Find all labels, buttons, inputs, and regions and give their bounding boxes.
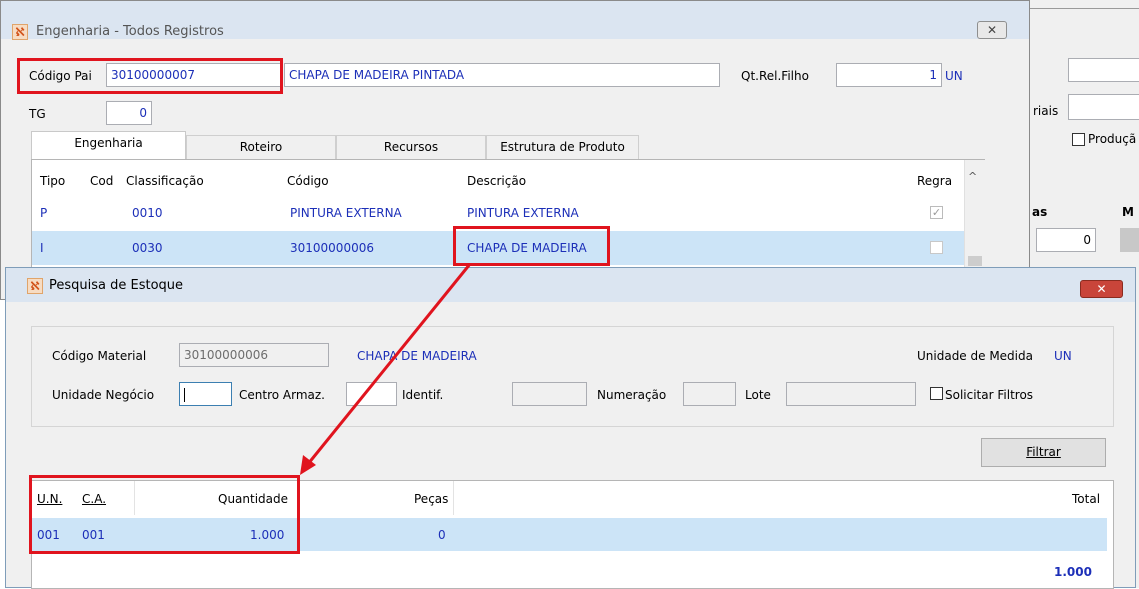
annotation-arrow [300, 263, 472, 475]
